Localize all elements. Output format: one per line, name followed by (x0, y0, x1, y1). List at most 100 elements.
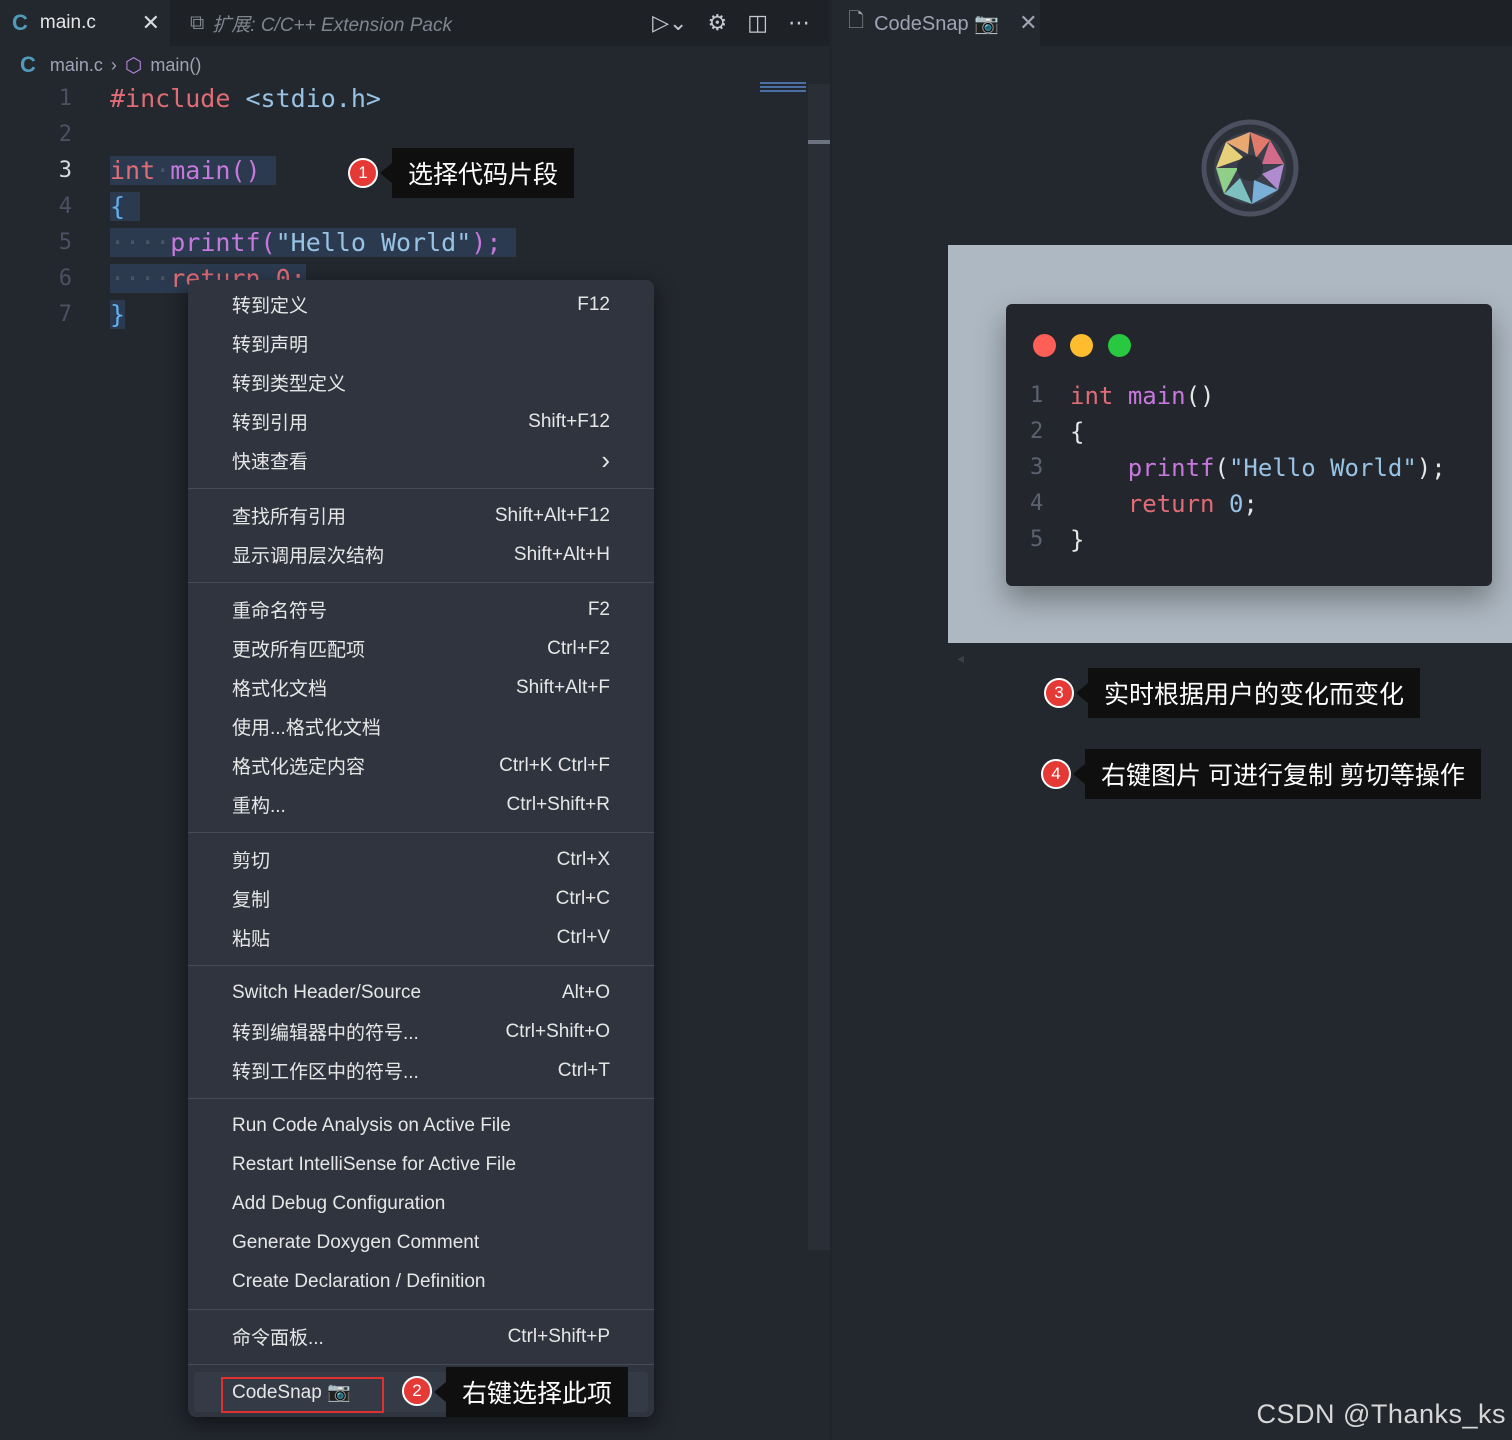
menu-item-label: 粘贴 (232, 929, 271, 950)
code-line: ····printf("Hello World"); (110, 228, 810, 264)
codesnap-shutter-icon[interactable] (1200, 118, 1300, 218)
menu-item-label: 转到编辑器中的符号... (232, 1023, 419, 1044)
menu-item-label: Add Debug Configuration (232, 1192, 446, 1214)
maximize-dot-icon (1108, 334, 1131, 357)
menu-item[interactable]: 粘贴 Ctrl+V (188, 918, 654, 957)
menu-item[interactable]: 重构... Ctrl+Shift+R (188, 785, 654, 824)
menu-item-label: 更改所有匹配项 (232, 640, 366, 661)
line-number: 3 (58, 158, 72, 183)
menu-item[interactable]: Add Debug Configuration (188, 1184, 654, 1223)
menu-item[interactable]: 更改所有匹配项 Ctrl+F2 (188, 629, 654, 668)
menu-item[interactable]: Restart IntelliSense for Active File (188, 1145, 654, 1184)
run-debug-icon[interactable]: ▷⌄ (652, 10, 687, 36)
editor-toolbar: ▷⌄ ⚙ ◫ ⋯ (652, 0, 810, 46)
menu-item-shortcut: Alt+O (561, 981, 610, 1003)
menu-item-shortcut: Shift+Alt+F12 (494, 504, 610, 526)
menu-item[interactable]: 使用...格式化文档 (188, 707, 654, 746)
menu-separator (188, 1309, 654, 1310)
snapshot-window[interactable]: 1 int main() 2{ 3 printf("Hello World"); … (1006, 304, 1492, 586)
breadcrumb-symbol[interactable]: main() (150, 55, 201, 76)
menu-item[interactable]: Create Declaration / Definition (188, 1262, 654, 1301)
vertical-scrollbar[interactable] (808, 84, 830, 1250)
menu-item-label: 使用...格式化文档 (232, 718, 381, 739)
scrollbar-thumb[interactable] (808, 140, 830, 144)
menu-item-label: 格式化文档 (232, 679, 328, 700)
menu-item-label: 快速查看 (232, 452, 309, 473)
menu-item[interactable]: 命令面板... Ctrl+Shift+P (188, 1317, 654, 1356)
tab-main-c[interactable]: C main.c ✕ (0, 0, 170, 46)
code-line: #include <stdio.h> (110, 84, 381, 113)
menu-item-shortcut: F12 (577, 293, 610, 315)
menu-item[interactable]: 剪切 Ctrl+X (188, 840, 654, 879)
menu-item[interactable]: 快速查看 › (188, 441, 654, 480)
menu-item-label: 重命名符号 (232, 601, 328, 622)
line-number: 4 (58, 194, 72, 219)
menu-item-shortcut: Ctrl+C (555, 887, 610, 909)
menu-item-shortcut: Shift+Alt+F (516, 676, 610, 698)
snapshot-code: 1 int main() 2{ 3 printf("Hello World"); … (1030, 382, 1446, 554)
menu-item[interactable]: 转到工作区中的符号... Ctrl+T (188, 1051, 654, 1090)
menu-item[interactable]: 转到声明 (188, 324, 654, 363)
breadcrumb-file[interactable]: main.c (50, 55, 103, 76)
menu-separator (188, 582, 654, 583)
menu-item[interactable]: Switch Header/Source Alt+O (188, 973, 654, 1012)
close-icon[interactable]: ✕ (142, 10, 160, 36)
menu-item[interactable]: 转到类型定义 (188, 363, 654, 402)
menu-item-label: Generate Doxygen Comment (232, 1231, 480, 1253)
menu-item[interactable]: Generate Doxygen Comment (188, 1223, 654, 1262)
menu-item-label: 剪切 (232, 851, 271, 872)
menu-item[interactable]: Run Code Analysis on Active File (188, 1106, 654, 1145)
annotation-callout-1: 选择代码片段 (379, 148, 575, 198)
chevron-right-icon: › (601, 445, 610, 475)
menu-item-label: 显示调用层次结构 (232, 546, 385, 567)
more-actions-icon[interactable]: ⋯ (788, 10, 810, 36)
chevron-right-icon: › (110, 54, 117, 75)
menu-item[interactable]: 重命名符号 F2 (188, 590, 654, 629)
editor-tab-bar: C main.c ✕ ⧉ 扩展: C/C++ Extension Pack ▷⌄… (0, 0, 830, 46)
gear-icon[interactable]: ⚙ (707, 10, 727, 36)
annotation-badge-3: 3 (1044, 678, 1074, 708)
menu-item[interactable]: 格式化选定内容 Ctrl+K Ctrl+F (188, 746, 654, 785)
menu-separator (188, 832, 654, 833)
tab-label: 扩展: C/C++ Extension Pack (212, 14, 452, 36)
annotation-callout-4: 右键图片 可进行复制 剪切等操作 (1073, 749, 1481, 799)
extensions-icon: ⧉ (190, 11, 205, 34)
menu-item[interactable]: 格式化文档 Shift+Alt+F (188, 668, 654, 707)
menu-item-label: 命令面板... (232, 1328, 324, 1349)
line-number: 2 (58, 122, 72, 147)
file-icon: 🗋 (848, 10, 865, 32)
menu-item[interactable]: 查找所有引用 Shift+Alt+F12 (188, 496, 654, 535)
symbol-method-icon: ⬡ (124, 54, 143, 77)
line-number: 6 (58, 266, 72, 291)
menu-item-label: Run Code Analysis on Active File (232, 1114, 511, 1136)
menu-item[interactable]: 复制 Ctrl+C (188, 879, 654, 918)
menu-item-label: 转到类型定义 (232, 374, 347, 395)
collapse-arrow-icon: ◂ (957, 650, 965, 666)
menu-item-label: Create Declaration / Definition (232, 1270, 486, 1292)
split-editor-icon[interactable]: ◫ (747, 10, 768, 36)
menu-item-shortcut: Ctrl+F2 (547, 637, 610, 659)
c-file-icon: C (20, 52, 36, 77)
menu-item[interactable]: 显示调用层次结构 Shift+Alt+H (188, 535, 654, 574)
menu-item-shortcut: Ctrl+Shift+R (506, 793, 610, 815)
tab-codesnap[interactable]: 🗋 CodeSnap 📷 ✕ (832, 0, 1040, 46)
menu-item[interactable]: 转到引用 Shift+F12 (188, 402, 654, 441)
menu-item-label: Switch Header/Source (232, 981, 422, 1003)
menu-item-shortcut: Ctrl+K Ctrl+F (499, 754, 610, 776)
menu-item-shortcut: Ctrl+X (556, 848, 610, 870)
annotation-callout-2: 右键选择此项 (433, 1367, 629, 1417)
highlight-box (221, 1377, 384, 1413)
menu-item[interactable]: 转到定义 F12 (188, 285, 654, 324)
menu-item-label: 转到定义 (232, 296, 309, 317)
menu-item-shortcut: Shift+F12 (528, 410, 610, 432)
close-dot-icon (1033, 334, 1056, 357)
menu-item-shortcut: Shift+Alt+H (513, 543, 610, 565)
menu-item-label: 转到引用 (232, 413, 309, 434)
menu-item-label: Restart IntelliSense for Active File (232, 1153, 517, 1175)
close-icon[interactable]: ✕ (1019, 10, 1037, 36)
breadcrumb: C main.c › ⬡ main() (0, 46, 810, 84)
menu-item-label: 复制 (232, 890, 271, 911)
menu-item[interactable]: 转到编辑器中的符号... Ctrl+Shift+O (188, 1012, 654, 1051)
codesnap-tab-bar: 🗋 CodeSnap 📷 ✕ (832, 0, 1512, 46)
tab-extension-pack[interactable]: ⧉ 扩展: C/C++ Extension Pack (172, 0, 502, 46)
